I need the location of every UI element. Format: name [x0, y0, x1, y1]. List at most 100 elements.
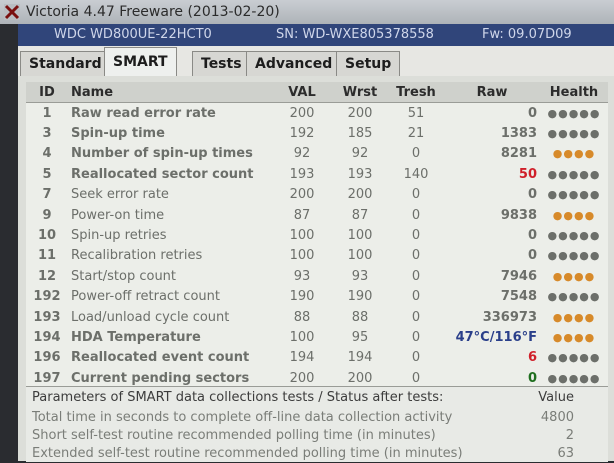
attr-wrst: 95: [351, 329, 369, 345]
drive-model: WDC WD800UE-22HCT0: [54, 27, 212, 42]
column-header-wrst[interactable]: Wrst: [332, 82, 388, 103]
attr-tresh: 21: [407, 126, 425, 142]
attr-id: 12: [37, 268, 57, 284]
table-row[interactable]: 192 Power-off retract count 190 190 0 75…: [26, 287, 608, 307]
attr-raw: 8281: [500, 146, 537, 162]
table-row[interactable]: 3 Spin-up time 192 185 21 1383 ●●●●●: [26, 123, 608, 143]
column-header-id[interactable]: ID: [26, 82, 68, 103]
attr-wrst: 87: [351, 207, 369, 223]
column-header-tresh[interactable]: Tresh: [388, 82, 444, 103]
attr-tresh: 0: [411, 207, 421, 223]
attr-name: Number of spin-up times: [71, 146, 253, 162]
tab-smart[interactable]: SMART: [104, 47, 177, 76]
attr-name: Power-off retract count: [71, 289, 220, 305]
attr-tresh: 0: [411, 187, 421, 203]
attr-val: 100: [289, 329, 315, 345]
params-row-label: Extended self-test routine recommended p…: [32, 446, 463, 461]
attr-tresh: 0: [411, 228, 421, 244]
attr-id: 10: [37, 228, 57, 244]
table-header-row: ID Name VAL Wrst Tresh Raw Health: [26, 82, 608, 103]
column-header-raw[interactable]: Raw: [444, 82, 540, 103]
attr-tresh: 0: [411, 248, 421, 264]
table-row[interactable]: 196 Reallocated event count 194 194 0 6 …: [26, 348, 608, 368]
column-header-health[interactable]: Health: [540, 82, 608, 103]
params-row-value: 63: [557, 446, 574, 461]
attr-name: Start/stop count: [71, 268, 177, 284]
params-row: Total time in seconds to complete off-li…: [32, 409, 602, 427]
attr-id: 194: [33, 329, 61, 345]
attr-val: 93: [293, 268, 311, 284]
health-indicator: ●●●●●: [547, 229, 601, 243]
params-row-value: 4800: [540, 410, 574, 425]
table-row[interactable]: 4 Number of spin-up times 92 92 0 8281 ●…: [26, 144, 608, 164]
attr-wrst: 190: [347, 289, 373, 305]
attr-id: 9: [42, 207, 52, 223]
tab-setup[interactable]: Setup: [336, 51, 401, 76]
column-header-val[interactable]: VAL: [272, 82, 332, 103]
attr-id: 196: [33, 350, 61, 366]
attr-name: Spin-up time: [71, 126, 165, 142]
attr-val: 200: [289, 105, 315, 121]
health-indicator: ●●●●●: [547, 249, 601, 263]
health-indicator: ●●●●: [552, 147, 596, 161]
attr-wrst: 185: [347, 126, 373, 142]
drive-info-bar[interactable]: WDC WD800UE-22HCT0 SN: WD-WXE805378558 F…: [18, 24, 614, 46]
attr-tresh: 0: [411, 329, 421, 345]
attr-tresh: 0: [411, 350, 421, 366]
attr-id: 1: [42, 105, 52, 121]
attr-id: 193: [33, 309, 61, 325]
attr-raw: 336973: [482, 309, 537, 325]
table-row[interactable]: 193 Load/unload cycle count 88 88 0 3369…: [26, 307, 608, 327]
tab-tests[interactable]: Tests: [192, 51, 251, 76]
table-row[interactable]: 9 Power-on time 87 87 0 9838 ●●●●: [26, 205, 608, 225]
attr-val: 88: [293, 309, 311, 325]
drive-serial: SN: WD-WXE805378558: [276, 27, 434, 42]
tab-standard[interactable]: Standard: [20, 51, 111, 76]
attr-wrst: 200: [347, 105, 373, 121]
attr-id: 5: [42, 166, 52, 182]
attr-raw: 50: [518, 166, 537, 182]
attr-name: Reallocated event count: [71, 350, 250, 366]
victoria-app-icon: [4, 4, 20, 20]
smart-attributes-table[interactable]: ID Name VAL Wrst Tresh Raw Health 1 Raw …: [26, 82, 608, 389]
attr-name: Recalibration retries: [71, 248, 203, 264]
tab-advanced[interactable]: Advanced: [246, 51, 342, 76]
attr-val: 100: [289, 228, 315, 244]
attr-name: Power-on time: [71, 207, 165, 223]
attr-val: 200: [289, 187, 315, 203]
attr-raw: 9838: [500, 207, 537, 223]
table-row[interactable]: 12 Start/stop count 93 93 0 7946 ●●●●: [26, 266, 608, 286]
attr-wrst: 100: [347, 228, 373, 244]
column-header-name[interactable]: Name: [68, 82, 272, 103]
table-row[interactable]: 11 Recalibration retries 100 100 0 0 ●●●…: [26, 246, 608, 266]
attr-val: 194: [289, 350, 315, 366]
params-row-value: 2: [565, 428, 574, 443]
table-row[interactable]: 5 Reallocated sector count 193 193 140 5…: [26, 164, 608, 184]
health-indicator: ●●●●●: [547, 290, 601, 304]
attr-id: 4: [42, 146, 52, 162]
params-row-label: Total time in seconds to complete off-li…: [32, 410, 453, 425]
health-indicator: ●●●●●: [547, 351, 601, 365]
smart-params-panel: Parameters of SMART data collections tes…: [26, 386, 608, 462]
attr-wrst: 193: [347, 166, 373, 182]
attr-name: Raw read error rate: [71, 105, 216, 121]
attr-name: HDA Temperature: [71, 329, 201, 345]
attr-val: 190: [289, 289, 315, 305]
drive-firmware: Fw: 09.07D09: [482, 27, 572, 42]
attr-raw: 0: [527, 248, 537, 264]
table-row[interactable]: 1 Raw read error rate 200 200 51 0 ●●●●●: [26, 103, 608, 124]
table-row[interactable]: 10 Spin-up retries 100 100 0 0 ●●●●●: [26, 225, 608, 245]
table-row[interactable]: 194 HDA Temperature 100 95 0 47°C/116°F …: [26, 327, 608, 347]
attr-val: 87: [293, 207, 311, 223]
attr-raw: 0: [527, 187, 537, 203]
attr-wrst: 100: [347, 248, 373, 264]
health-indicator: ●●●●●: [547, 188, 601, 202]
params-row-label: Short self-test routine recommended poll…: [32, 428, 436, 443]
table-row[interactable]: 7 Seek error rate 200 200 0 0 ●●●●●: [26, 185, 608, 205]
attr-wrst: 93: [351, 268, 369, 284]
attr-id: 11: [37, 248, 57, 264]
health-indicator: ●●●●: [552, 330, 596, 344]
window-title: Victoria 4.47 Freeware (2013-02-20): [26, 4, 280, 20]
params-row: Extended self-test routine recommended p…: [32, 445, 602, 463]
attr-tresh: 0: [411, 268, 421, 284]
